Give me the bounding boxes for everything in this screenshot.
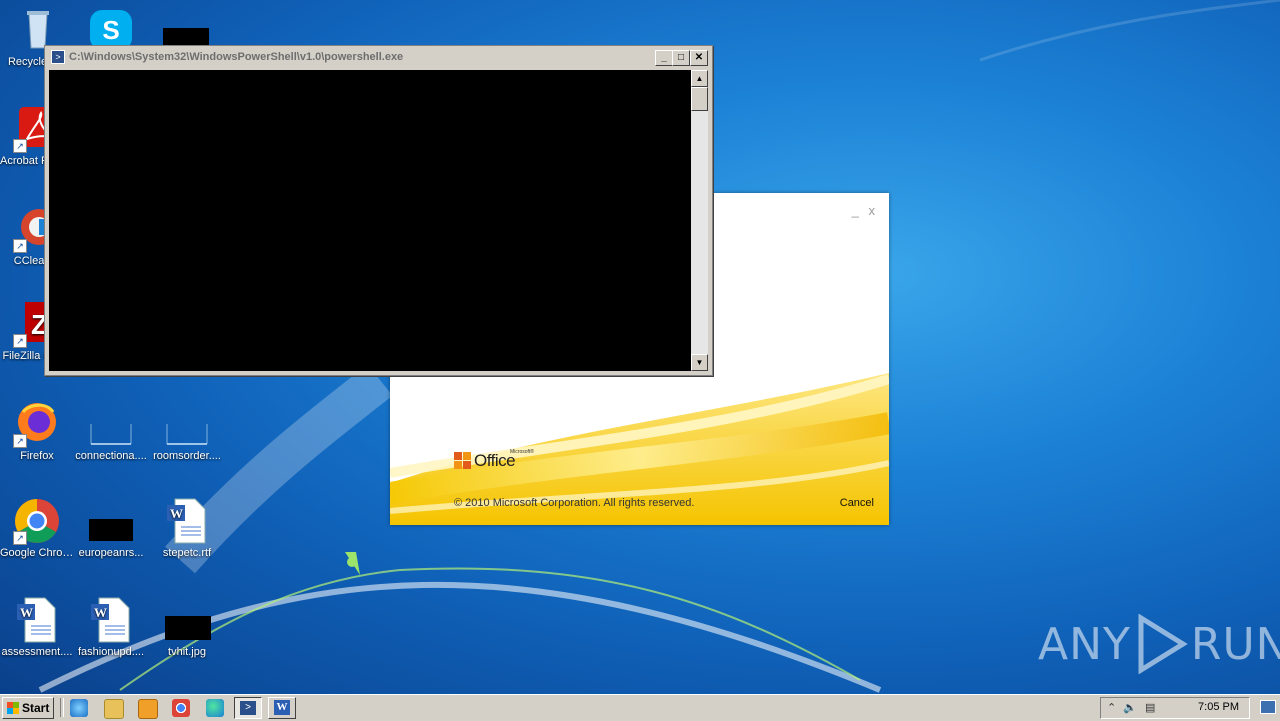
word-document-icon: W bbox=[13, 596, 61, 644]
scroll-thumb[interactable] bbox=[691, 87, 708, 111]
clock[interactable]: 7:05 PM bbox=[1198, 701, 1239, 713]
anyrun-watermark: ANY RUN bbox=[1038, 614, 1280, 674]
office-logo-icon bbox=[454, 452, 472, 470]
media-player-icon[interactable] bbox=[138, 699, 158, 719]
system-tray: ⌃ 🔈 ▤ 7:05 PM bbox=[1100, 697, 1250, 719]
word-document-icon: W bbox=[87, 596, 135, 644]
minimize-button[interactable]: _ bbox=[655, 50, 673, 66]
image-file-icon bbox=[87, 497, 135, 545]
office-logo: Office Microsoft® bbox=[454, 449, 534, 471]
powershell-titlebar[interactable]: > C:\Windows\System32\WindowsPowerShell\… bbox=[45, 46, 712, 68]
word-icon: W bbox=[274, 700, 290, 715]
start-button[interactable]: Start bbox=[2, 697, 54, 719]
powershell-console[interactable] bbox=[49, 70, 691, 371]
play-triangle-icon bbox=[1138, 614, 1188, 674]
desktop-icon-roomsorder[interactable]: roomsorder.... bbox=[150, 400, 224, 463]
skype-icon: S bbox=[90, 10, 132, 50]
scroll-down-icon[interactable]: ▼ bbox=[691, 354, 708, 371]
office-close-button[interactable]: x bbox=[869, 203, 876, 218]
firefox-icon: ↗ bbox=[13, 400, 61, 448]
file-icon bbox=[87, 400, 135, 448]
taskbar: Start > W ⌃ 🔈 ▤ 7:05 PM bbox=[0, 694, 1280, 721]
office-copyright: © 2010 Microsoft Corporation. All rights… bbox=[454, 497, 695, 509]
desktop-icon-firefox[interactable]: ↗ Firefox bbox=[0, 400, 74, 463]
svg-text:W: W bbox=[170, 506, 183, 521]
image-file-icon bbox=[163, 596, 211, 644]
office-cancel-button[interactable]: Cancel bbox=[840, 497, 874, 509]
taskbar-word-button[interactable]: W bbox=[268, 697, 296, 719]
powershell-icon: > bbox=[240, 701, 256, 715]
explorer-folder-icon[interactable] bbox=[104, 699, 124, 719]
desktop-icon-europeanrs[interactable]: europeanrs... bbox=[74, 497, 148, 560]
powershell-title: C:\Windows\System32\WindowsPowerShell\v1… bbox=[69, 51, 404, 63]
maximize-button[interactable]: □ bbox=[672, 50, 690, 66]
desktop-icon-tvhit[interactable]: tvhit.jpg bbox=[150, 596, 224, 659]
file-icon bbox=[163, 400, 211, 448]
taskbar-separator bbox=[60, 698, 64, 717]
taskbar-powershell-button[interactable]: > bbox=[234, 697, 262, 719]
edge-icon[interactable] bbox=[206, 699, 224, 717]
powershell-icon: > bbox=[51, 50, 65, 64]
desktop-icon-chrome[interactable]: ↗ Google Chrome bbox=[0, 497, 74, 560]
internet-explorer-icon[interactable] bbox=[70, 699, 88, 717]
desktop-icon-fashionupd[interactable]: W fashionupd.... bbox=[74, 596, 148, 659]
office-minimize-button[interactable]: _ bbox=[852, 203, 859, 218]
windows-flag-icon bbox=[7, 702, 19, 714]
desktop-icon-stepetc[interactable]: W stepetc.rtf bbox=[150, 497, 224, 560]
chrome-icon: ↗ bbox=[13, 497, 61, 545]
desktop-icon-assessment[interactable]: W assessment.... bbox=[0, 596, 74, 659]
chevron-up-icon[interactable]: ⌃ bbox=[1107, 701, 1116, 714]
word-document-icon: W bbox=[163, 497, 211, 545]
desktop-icon-connectiona[interactable]: connectiona.... bbox=[74, 400, 148, 463]
scroll-up-icon[interactable]: ▲ bbox=[691, 70, 708, 87]
powershell-window: > C:\Windows\System32\WindowsPowerShell\… bbox=[44, 45, 713, 376]
close-button[interactable]: ✕ bbox=[690, 50, 708, 66]
svg-text:W: W bbox=[20, 605, 33, 620]
chrome-taskbar-icon[interactable] bbox=[172, 699, 190, 717]
network-icon[interactable]: ▤ bbox=[1145, 701, 1155, 714]
show-desktop-icon[interactable] bbox=[1260, 700, 1276, 714]
volume-icon[interactable]: 🔈 bbox=[1123, 701, 1137, 714]
office-window-controls: _ x bbox=[846, 203, 875, 218]
vertical-scrollbar[interactable]: ▲ ▼ bbox=[691, 70, 708, 371]
svg-text:W: W bbox=[94, 605, 107, 620]
